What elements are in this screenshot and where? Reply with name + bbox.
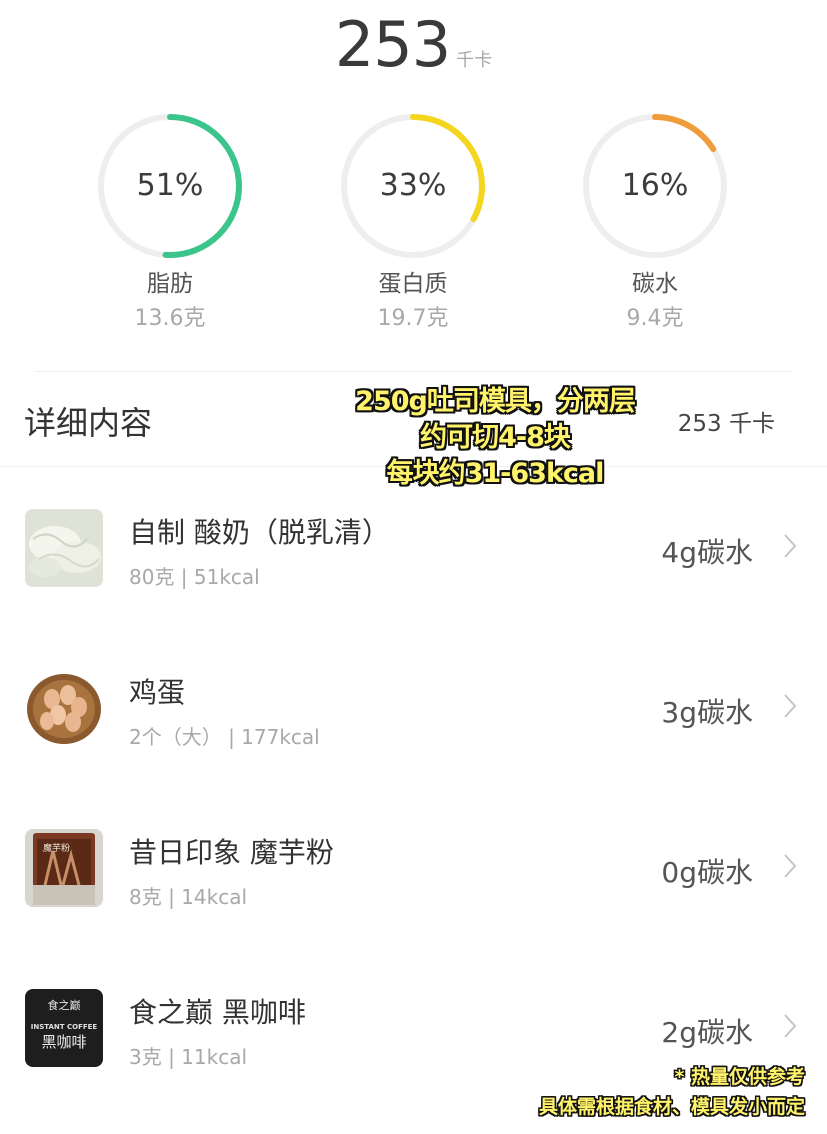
- details-title: 详细内容: [24, 404, 153, 442]
- food-item-konjac-powder[interactable]: 魔芋粉 昔日印象 魔芋粉 8克 | 14kcal 0g碳水: [0, 829, 827, 929]
- protein-grams: 19.7克: [377, 306, 449, 331]
- fat-label: 脂肪: [147, 271, 193, 297]
- overlay-line-3: 每块约31-63kcal: [386, 458, 605, 489]
- details-total-kcal: 253 千卡: [677, 411, 775, 437]
- footnote-line-1: * 热量仅供参考: [674, 1066, 805, 1088]
- macro-fat[interactable]: 51% 脂肪 13.6克: [95, 112, 245, 332]
- chevron-right-icon: [784, 854, 797, 878]
- coffee-product-en: INSTANT COFFEE: [31, 1023, 98, 1031]
- black-coffee-thumbnail: 食之巅 INSTANT COFFEE 黑咖啡: [25, 989, 103, 1067]
- section-divider: [36, 371, 791, 372]
- overlay-line-2: 约可切4-8块: [420, 422, 571, 453]
- food-item-amount: 2个（大） | 177kcal: [129, 725, 320, 749]
- food-item-amount: 3克 | 11kcal: [129, 1045, 248, 1069]
- food-item-yogurt[interactable]: 自制 酸奶（脱乳清） 80克 | 51kcal 4g碳水: [0, 509, 827, 609]
- food-item-name: 鸡蛋: [129, 676, 186, 709]
- food-item-carbs: 4g碳水: [661, 536, 753, 569]
- carbs-grams: 9.4克: [626, 306, 684, 331]
- carbs-label: 碳水: [632, 271, 678, 297]
- food-item-carbs: 3g碳水: [661, 696, 753, 729]
- food-item-carbs: 2g碳水: [661, 1016, 753, 1049]
- food-item-amount: 80克 | 51kcal: [129, 565, 260, 589]
- coffee-brand-text: 食之巅: [48, 998, 81, 1012]
- overlay-line-1: 250g吐司模具，分两层: [355, 386, 636, 417]
- food-item-carbs: 0g碳水: [661, 856, 753, 889]
- total-kcal-value: 253: [334, 8, 451, 81]
- macro-carbs[interactable]: 16% 碳水 9.4克: [580, 112, 730, 332]
- coffee-product-cn: 黑咖啡: [41, 1033, 86, 1051]
- food-item-eggs[interactable]: 鸡蛋 2个（大） | 177kcal 3g碳水: [0, 669, 827, 769]
- food-item-name: 食之巅 黑咖啡: [129, 996, 306, 1029]
- carbs-percent: 16%: [621, 168, 689, 203]
- food-item-name: 昔日印象 魔芋粉: [129, 836, 334, 869]
- total-kcal-unit: 千卡: [456, 50, 493, 71]
- fat-percent: 51%: [136, 168, 204, 203]
- chevron-right-icon: [784, 694, 797, 718]
- protein-label: 蛋白质: [378, 271, 448, 297]
- overlay-caption: 250g吐司模具，分两层 约可切4-8块 每块约31-63kcal: [300, 384, 690, 492]
- footnote-line-2: 具体需根据食材、模具发小而定: [538, 1096, 805, 1118]
- yogurt-thumbnail: [25, 509, 103, 587]
- chevron-right-icon: [784, 1014, 797, 1038]
- konjac-package-label: 魔芋粉: [43, 842, 70, 854]
- chevron-right-icon: [784, 534, 797, 558]
- food-item-name: 自制 酸奶（脱乳清）: [129, 516, 390, 549]
- fat-grams: 13.6克: [134, 306, 206, 331]
- eggs-thumbnail: [25, 669, 103, 747]
- food-item-amount: 8克 | 14kcal: [129, 885, 248, 909]
- konjac-powder-thumbnail: 魔芋粉: [25, 829, 103, 907]
- macro-protein[interactable]: 33% 蛋白质 19.7克: [338, 112, 488, 332]
- total-calories: 253 千卡: [0, 8, 827, 81]
- protein-percent: 33%: [379, 168, 447, 203]
